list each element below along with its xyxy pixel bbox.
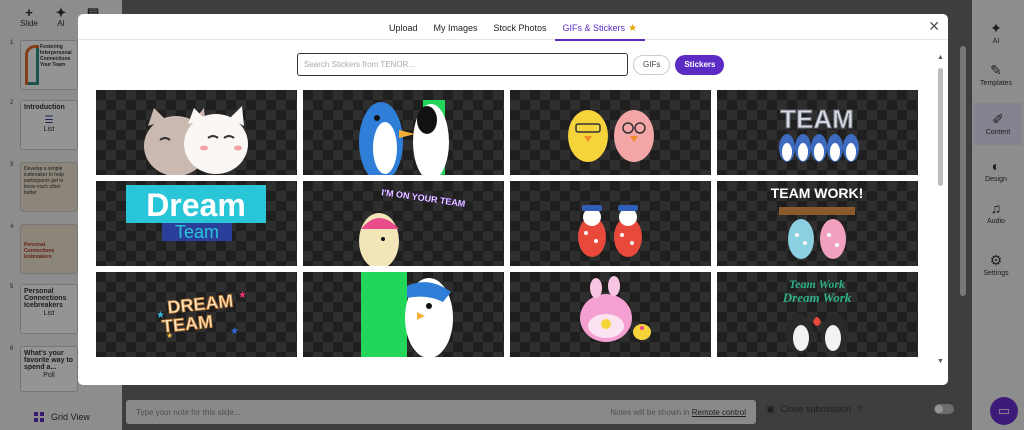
penguins-caps-illustration — [578, 205, 642, 257]
penguins-hug-illustration — [361, 272, 453, 357]
team-text: TEAM — [780, 104, 854, 134]
svg-text:★: ★ — [230, 326, 239, 337]
svg-text:★: ★ — [166, 331, 173, 340]
sparkle-badge-icon: ★ — [628, 23, 638, 34]
search-row: GIFs Stickers — [297, 53, 725, 76]
penguins-hug-sticker[interactable] — [303, 272, 504, 357]
team-work-sticker[interactable]: TEAM WORK! — [717, 181, 918, 266]
penguins-caps-sticker[interactable] — [510, 181, 711, 266]
tab-gifs-stickers[interactable]: GIFs & Stickers ★ — [554, 14, 646, 41]
dream-team-stars-sticker[interactable]: DREAM TEAM ★ ★ ★ ★ — [96, 272, 297, 357]
gifs-filter-button[interactable]: GIFs — [633, 54, 671, 75]
svg-text:★: ★ — [238, 290, 247, 301]
media-picker-modal: Upload My Images Stock Photos GIFs & Sti… — [78, 14, 948, 385]
team-work-dream-work-illustration: Team Work Dream Work — [782, 277, 852, 354]
team-work-dream-work-sticker[interactable]: Team Work Dream Work — [717, 272, 918, 357]
team-work-text: TEAM WORK! — [771, 185, 864, 201]
chicks-sticker[interactable] — [510, 90, 711, 175]
tab-my-images[interactable]: My Images — [426, 14, 486, 40]
team-work-illustration: TEAM WORK! — [771, 185, 864, 259]
on-your-team-illustration: I'M ON YOUR TEAM — [359, 187, 466, 266]
team-penguins-sticker[interactable]: TEAM — [717, 90, 918, 175]
dream-team-stars-illustration: DREAM TEAM ★★★★ — [156, 290, 247, 340]
media-tabs: Upload My Images Stock Photos GIFs & Sti… — [78, 14, 948, 41]
svg-text:★: ★ — [156, 310, 165, 321]
team-work-text: Team Work — [789, 277, 845, 291]
team-penguins-illustration: TEAM — [779, 104, 859, 162]
scroll-down-icon[interactable]: ▼ — [937, 358, 944, 365]
scroll-thumb[interactable] — [938, 68, 943, 186]
penguins-high-five-sticker[interactable] — [303, 90, 504, 175]
sticker-grid: TEAM Dream Team I'M ON YOUR TEAM TEAM WO… — [96, 90, 918, 357]
on-your-team-text: I'M ON YOUR TEAM — [381, 187, 466, 209]
cats-illustration — [144, 106, 248, 175]
im-on-your-team-sticker[interactable]: I'M ON YOUR TEAM — [303, 181, 504, 266]
dream-team-illustration: Dream Team — [126, 185, 266, 242]
chicks-illustration — [568, 110, 654, 162]
team-text: Team — [175, 222, 219, 242]
scroll-up-icon[interactable]: ▲ — [937, 54, 944, 61]
tab-upload[interactable]: Upload — [381, 14, 426, 40]
search-input[interactable] — [297, 53, 628, 76]
bunny-chick-sticker[interactable] — [510, 272, 711, 357]
tab-stock-photos[interactable]: Stock Photos — [486, 14, 555, 40]
close-icon[interactable]: ✕ — [928, 18, 940, 35]
dream-work-text: Dream Work — [782, 290, 852, 305]
stickers-filter-button[interactable]: Stickers — [675, 54, 725, 75]
dream-team-sticker[interactable]: Dream Team — [96, 181, 297, 266]
penguins-illustration — [359, 100, 449, 175]
modal-scrollbar[interactable]: ▲ ▼ — [937, 54, 945, 374]
dream-text: Dream — [146, 187, 246, 223]
hugging-cats-sticker[interactable] — [96, 90, 297, 175]
bunny-chick-illustration — [580, 276, 651, 342]
